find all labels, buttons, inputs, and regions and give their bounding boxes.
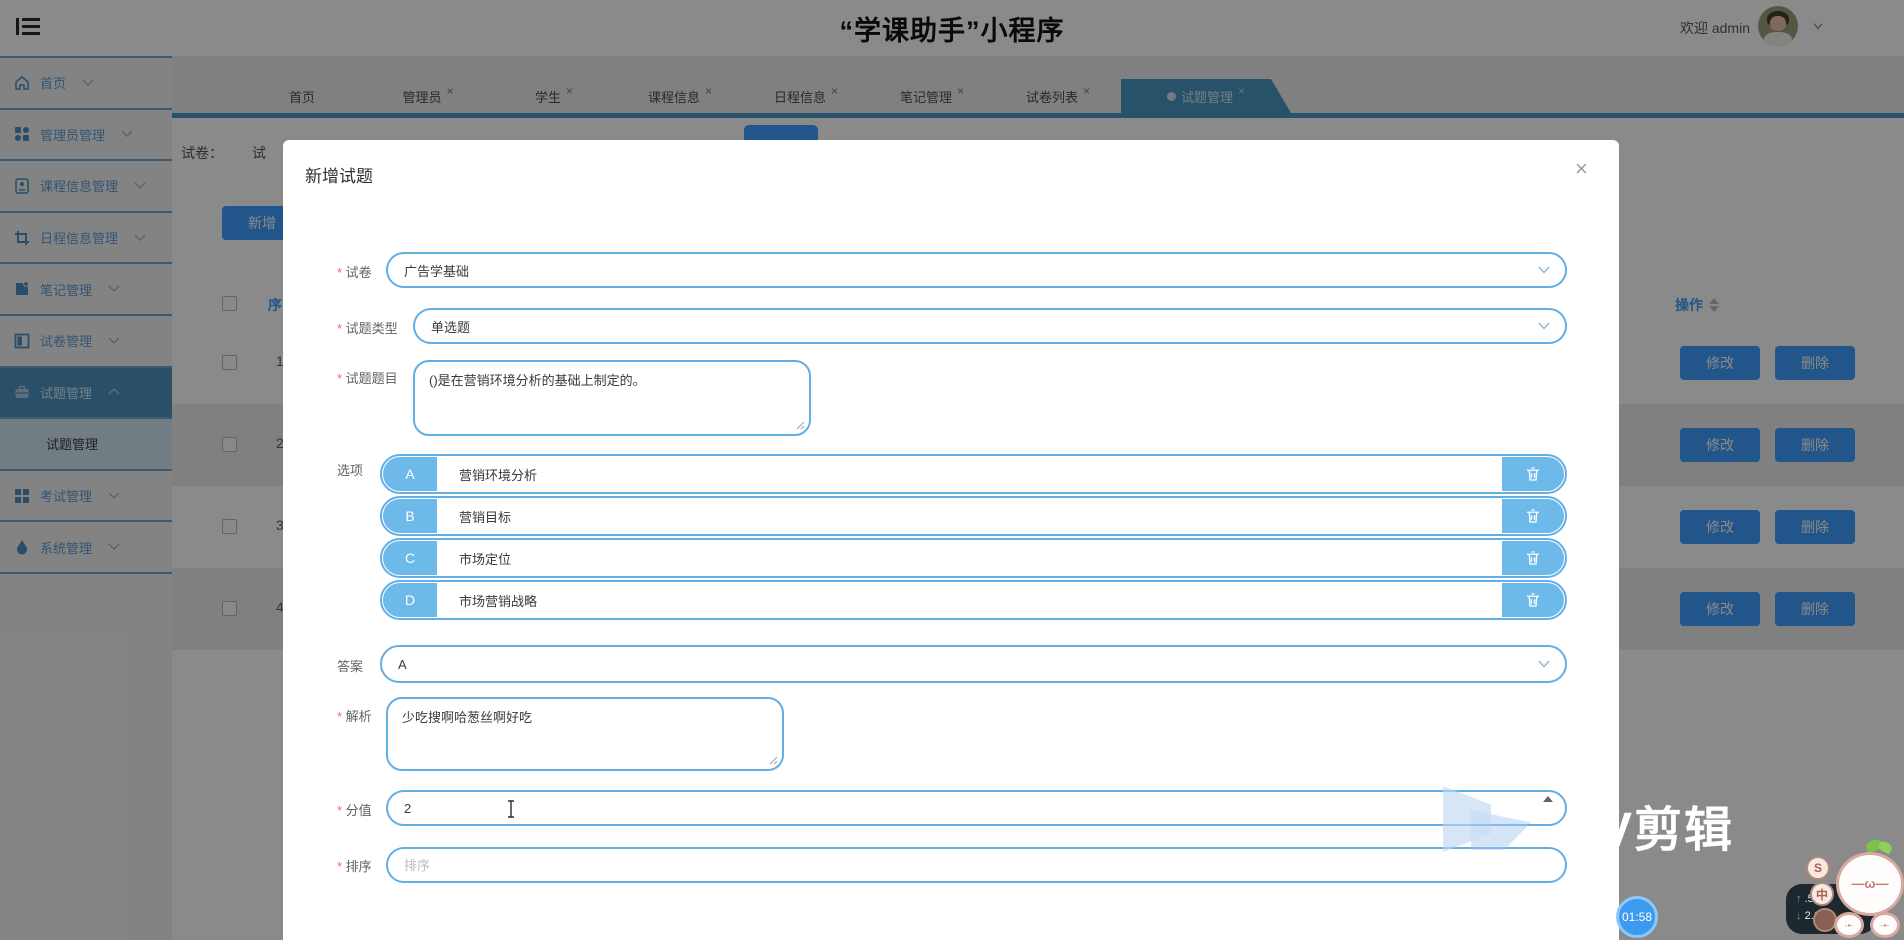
option-row-a: A bbox=[380, 454, 1567, 494]
analysis-label: 解析 bbox=[337, 706, 372, 725]
answer-select-value: A bbox=[398, 656, 407, 672]
option-row-d: D bbox=[380, 580, 1567, 620]
answer-select[interactable]: A bbox=[380, 645, 1567, 683]
score-label: 分值 bbox=[337, 800, 372, 819]
sort-input-wrap bbox=[386, 847, 1567, 883]
close-icon[interactable]: × bbox=[1575, 158, 1588, 180]
dialog-title: 新增试题 bbox=[305, 167, 373, 186]
recording-timer[interactable]: 01:58 bbox=[1616, 896, 1658, 938]
paper-select[interactable]: 广告学基础 bbox=[386, 252, 1567, 288]
upload-arrow-icon: ↑ bbox=[1796, 893, 1802, 905]
delete-option-button[interactable] bbox=[1502, 499, 1564, 533]
option-letter-badge: D bbox=[383, 583, 437, 617]
text-cursor bbox=[508, 800, 514, 818]
sticker-paw: -•- bbox=[1834, 912, 1864, 938]
trash-icon bbox=[1527, 593, 1539, 607]
paper-select-value: 广告学基础 bbox=[404, 263, 470, 279]
question-type-label: 试题类型 bbox=[337, 318, 398, 337]
analysis-textarea[interactable]: 少吃搜啊哈葱丝啊好吃 bbox=[386, 697, 784, 771]
option-a-input[interactable] bbox=[437, 456, 1502, 492]
app-window: “学课助手”小程序 欢迎 admin 首页 管理员管理 课程信息管理 日程信息管… bbox=[0, 0, 1904, 940]
option-letter-badge: C bbox=[383, 541, 437, 575]
option-row-b: B bbox=[380, 496, 1567, 536]
resize-grip-icon[interactable] bbox=[768, 755, 778, 765]
delete-option-button[interactable] bbox=[1502, 457, 1564, 491]
sort-input[interactable] bbox=[388, 857, 1565, 873]
options-label: 选项 bbox=[337, 463, 364, 478]
option-b-input[interactable] bbox=[437, 498, 1502, 534]
paper-label: 试卷 bbox=[337, 262, 372, 281]
delete-option-button[interactable] bbox=[1502, 541, 1564, 575]
trash-icon bbox=[1527, 551, 1539, 565]
option-row-c: C bbox=[380, 538, 1567, 578]
option-letter-badge: B bbox=[383, 499, 437, 533]
chevron-down-icon bbox=[1538, 266, 1550, 274]
sticker-face: —ω— bbox=[1851, 876, 1889, 891]
question-type-select[interactable]: 单选题 bbox=[413, 308, 1567, 344]
download-arrow-icon: ↓ bbox=[1796, 910, 1802, 922]
floating-badge-s[interactable]: S bbox=[1806, 856, 1830, 880]
floating-badge-zhong[interactable]: 中 bbox=[1810, 882, 1834, 906]
trash-icon bbox=[1527, 467, 1539, 481]
delete-option-button[interactable] bbox=[1502, 583, 1564, 617]
score-input-wrap bbox=[386, 790, 1567, 826]
mascot-sticker: —ω— -•- -•- bbox=[1832, 837, 1904, 940]
watermark-text: V剪辑 bbox=[1600, 804, 1735, 857]
sticker-paw: -•- bbox=[1870, 912, 1900, 938]
question-title-text: ()是在营销环境分析的基础上制定的。 bbox=[429, 373, 646, 388]
option-d-input[interactable] bbox=[437, 582, 1502, 618]
question-type-value: 单选题 bbox=[431, 319, 471, 335]
question-title-label: 试题题目 bbox=[337, 368, 398, 387]
question-title-textarea[interactable]: ()是在营销环境分析的基础上制定的。 bbox=[413, 360, 811, 436]
resize-grip-icon[interactable] bbox=[795, 420, 805, 430]
analysis-text: 少吃搜啊哈葱丝啊好吃 bbox=[402, 710, 533, 725]
score-input[interactable] bbox=[388, 800, 1565, 816]
sort-label: 排序 bbox=[337, 856, 372, 875]
add-question-dialog: 新增试题 × 试卷 广告学基础 试题类型 单选题 试题题目 ()是在营销环境分析… bbox=[283, 140, 1619, 940]
answer-label: 答案 bbox=[337, 659, 364, 674]
chevron-down-icon bbox=[1538, 322, 1550, 330]
trash-icon bbox=[1527, 509, 1539, 523]
chevron-down-icon bbox=[1538, 660, 1550, 668]
option-c-input[interactable] bbox=[437, 540, 1502, 576]
recorder-logo bbox=[1443, 786, 1553, 856]
option-letter-badge: A bbox=[383, 457, 437, 491]
